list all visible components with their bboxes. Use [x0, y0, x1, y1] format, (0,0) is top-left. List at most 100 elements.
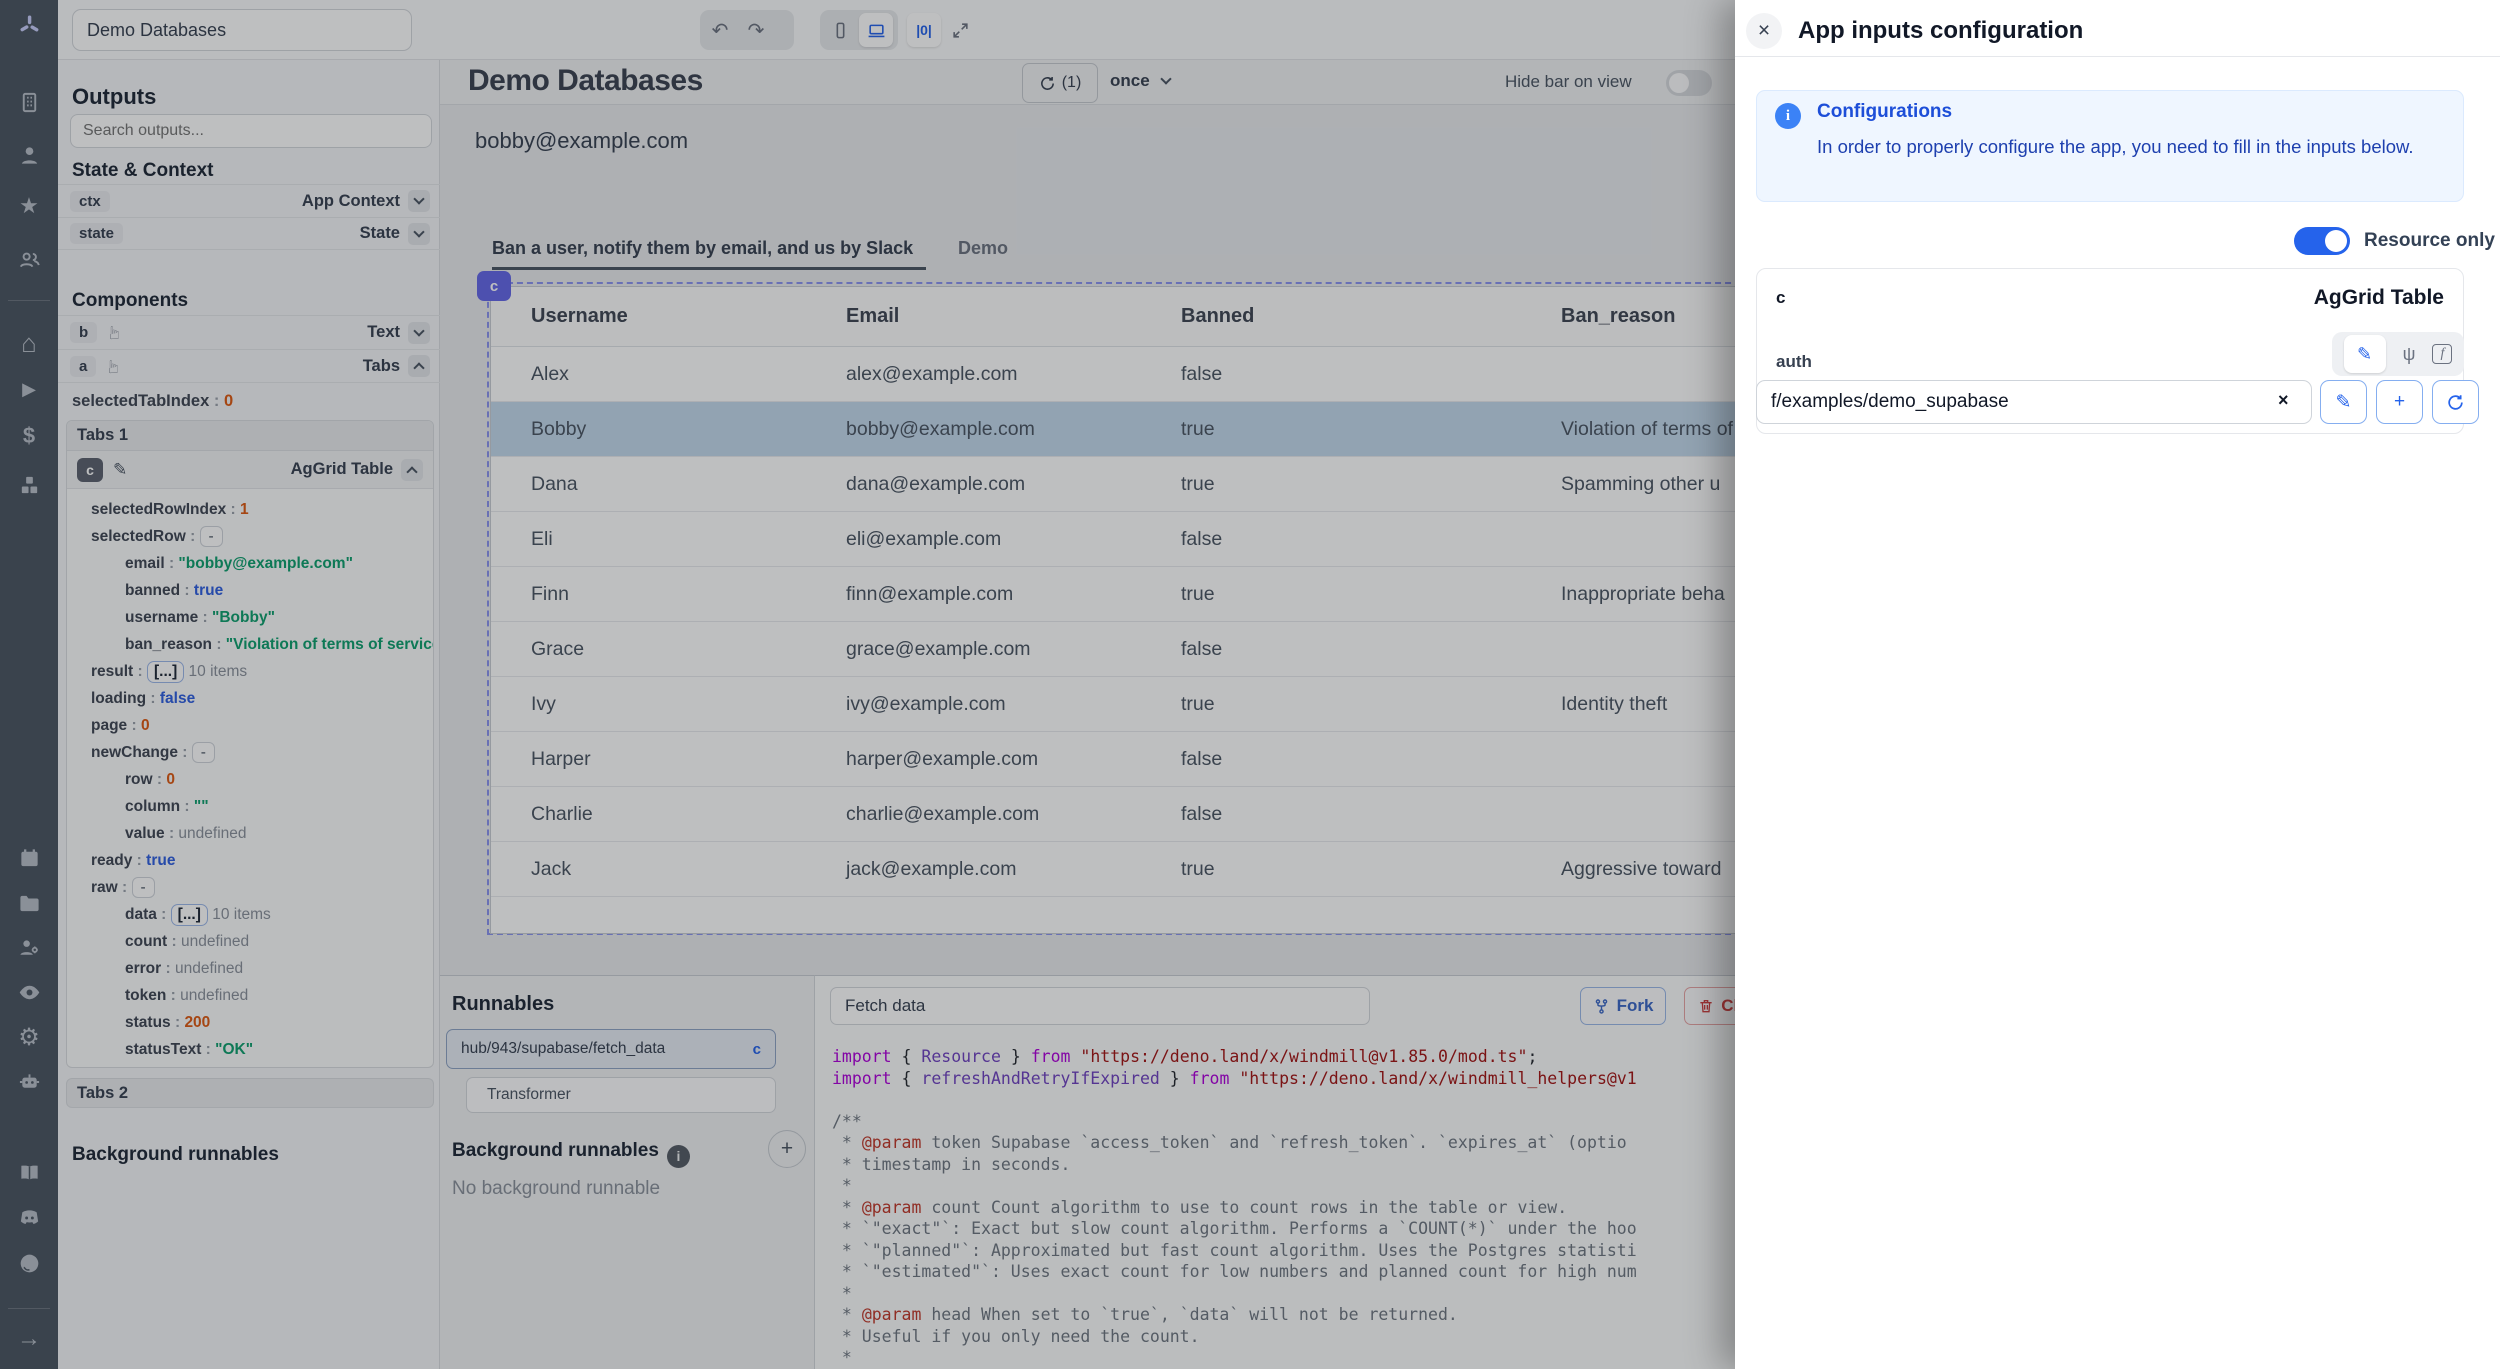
ai-robot-icon[interactable] — [0, 1064, 58, 1098]
json-tree-row[interactable]: banned : true — [67, 577, 433, 604]
collapse-button[interactable]: - — [132, 877, 155, 898]
json-tree-row[interactable]: raw : - — [67, 874, 433, 901]
apps-icon[interactable] — [0, 85, 58, 119]
tabs1-section: Tabs 1 c ✎ AgGrid Table selectedRowIndex… — [66, 420, 434, 1068]
json-tree-row[interactable]: result : [...] 10 items — [67, 658, 433, 685]
text-component[interactable]: bobby@example.com — [475, 128, 688, 154]
schedule-dropdown[interactable]: once — [1110, 71, 1170, 91]
refresh-button[interactable]: (1) — [1022, 63, 1098, 103]
json-tree-row[interactable]: page : 0 — [67, 712, 433, 739]
json-tree-row[interactable]: value : undefined — [67, 820, 433, 847]
selected-component-badge[interactable]: c — [477, 271, 511, 301]
docs-book-icon[interactable] — [0, 1155, 58, 1189]
no-background-runnable-text: No background runnable — [452, 1178, 660, 1200]
collapse-button[interactable]: - — [192, 742, 215, 763]
json-tree-row[interactable]: ready : true — [67, 847, 433, 874]
chevron-up-icon[interactable] — [408, 355, 430, 377]
folders-icon[interactable] — [0, 886, 58, 920]
json-tree-row[interactable]: token : undefined — [67, 982, 433, 1009]
github-icon[interactable] — [0, 1246, 58, 1280]
tab-ban-user[interactable]: Ban a user, notify them by email, and us… — [492, 238, 913, 259]
collapse-button[interactable]: - — [200, 526, 223, 547]
json-tree-row[interactable]: email : "bobby@example.com" — [67, 550, 433, 577]
eval-fx-icon[interactable]: f — [2432, 344, 2452, 364]
runnable-item-fetch-data[interactable]: hub/943/supabase/fetch_data c — [446, 1029, 776, 1069]
add-background-runnable-button[interactable]: + — [768, 1130, 806, 1168]
json-tree-row[interactable]: username : "Bobby" — [67, 604, 433, 631]
card-component-type: AgGrid Table — [2276, 286, 2444, 310]
search-outputs-input[interactable] — [70, 114, 432, 148]
users-group-icon[interactable] — [0, 242, 58, 276]
app-title-input[interactable] — [72, 9, 412, 51]
user-icon[interactable] — [0, 138, 58, 172]
json-tree-row[interactable]: row : 0 — [67, 766, 433, 793]
chevron-down-icon[interactable] — [408, 223, 430, 245]
static-pencil-icon[interactable]: ✎ — [2344, 335, 2386, 373]
pointer-hand-icon: ☞ — [104, 358, 125, 374]
table-cell: grace@example.com — [846, 638, 1181, 661]
center-align-icon[interactable]: |0| — [907, 13, 941, 47]
table-column-header[interactable]: Email — [846, 305, 1181, 328]
add-resource-button[interactable]: + — [2376, 380, 2423, 424]
component-row-b[interactable]: b ☞ Text — [58, 315, 440, 349]
expand-sidebar-arrow-icon[interactable]: → — [0, 1322, 58, 1356]
expand-array-button[interactable]: [...] — [147, 661, 184, 683]
chevron-down-icon[interactable] — [408, 190, 430, 212]
expand-array-button[interactable]: [...] — [171, 904, 208, 926]
redo-icon[interactable]: ↷ — [739, 13, 773, 47]
connect-plug-icon[interactable]: ψ — [2403, 344, 2416, 365]
variables-dollar-icon[interactable]: $ — [0, 419, 58, 453]
runnable-name-input[interactable] — [830, 987, 1370, 1025]
app-inputs-drawer — [1735, 0, 2500, 1369]
hide-bar-toggle[interactable] — [1666, 70, 1712, 96]
mobile-view-icon[interactable] — [823, 13, 857, 47]
settings-gear-icon[interactable]: ⚙ — [0, 1020, 58, 1054]
audit-eye-icon[interactable] — [0, 975, 58, 1009]
tab-demo[interactable]: Demo — [958, 238, 1008, 259]
output-row-state[interactable]: state State — [58, 217, 440, 250]
home-icon[interactable]: ⌂ — [0, 326, 58, 360]
json-tree-row[interactable]: status : 200 — [67, 1009, 433, 1036]
resources-cubes-icon[interactable] — [0, 468, 58, 502]
json-tree-row[interactable]: data : [...] 10 items — [67, 901, 433, 928]
tabs2-section[interactable]: Tabs 2 — [66, 1078, 434, 1108]
tabs1-header[interactable]: Tabs 1 — [67, 421, 433, 451]
close-icon[interactable]: × — [1746, 13, 1782, 49]
json-tree-row[interactable]: loading : false — [67, 685, 433, 712]
table-column-header[interactable]: Banned — [1181, 305, 1561, 328]
json-tree-row[interactable]: selectedRowIndex : 1 — [67, 496, 433, 523]
chevron-up-icon[interactable] — [401, 459, 423, 481]
component-row-c[interactable]: c ✎ AgGrid Table — [67, 451, 433, 489]
chevron-down-icon[interactable] — [408, 322, 430, 344]
info-icon: i — [667, 1145, 690, 1168]
component-a-type: Tabs — [363, 357, 400, 376]
runnable-item-transformer[interactable]: Transformer — [466, 1077, 776, 1113]
json-tree-row[interactable]: count : undefined — [67, 928, 433, 955]
refresh-resource-button[interactable] — [2432, 380, 2479, 424]
json-tree-row[interactable]: newChange : - — [67, 739, 433, 766]
component-row-a[interactable]: a ☞ Tabs — [58, 349, 440, 383]
discord-icon[interactable] — [0, 1200, 58, 1234]
json-tree-row[interactable]: ban_reason : "Violation of terms of serv… — [67, 631, 433, 658]
desktop-view-icon[interactable] — [859, 13, 893, 47]
windmill-logo-icon[interactable] — [0, 8, 58, 42]
json-tree-row[interactable]: error : undefined — [67, 955, 433, 982]
runs-play-icon[interactable]: ▶ — [0, 372, 58, 406]
clear-value-x-icon[interactable]: × — [2278, 390, 2289, 411]
json-tree-row[interactable]: selectedRow : - — [67, 523, 433, 550]
table-column-header[interactable]: Username — [491, 305, 846, 328]
json-tree-row[interactable]: statusText : "OK" — [67, 1036, 433, 1063]
output-row-ctx[interactable]: ctx App Context — [58, 184, 440, 217]
schedules-calendar-icon[interactable] — [0, 841, 58, 875]
json-tree-row[interactable]: column : "" — [67, 793, 433, 820]
workers-icon[interactable] — [0, 930, 58, 964]
resource-only-toggle[interactable] — [2294, 227, 2350, 255]
table-cell: true — [1181, 473, 1561, 496]
fork-button[interactable]: Fork — [1580, 987, 1666, 1025]
resource-path-input[interactable] — [1756, 380, 2312, 424]
edit-resource-button[interactable]: ✎ — [2320, 380, 2367, 424]
fullscreen-icon[interactable] — [943, 13, 977, 47]
undo-icon[interactable]: ↶ — [703, 13, 737, 47]
star-icon[interactable]: ★ — [0, 189, 58, 223]
edit-pencil-icon[interactable]: ✎ — [113, 460, 127, 480]
